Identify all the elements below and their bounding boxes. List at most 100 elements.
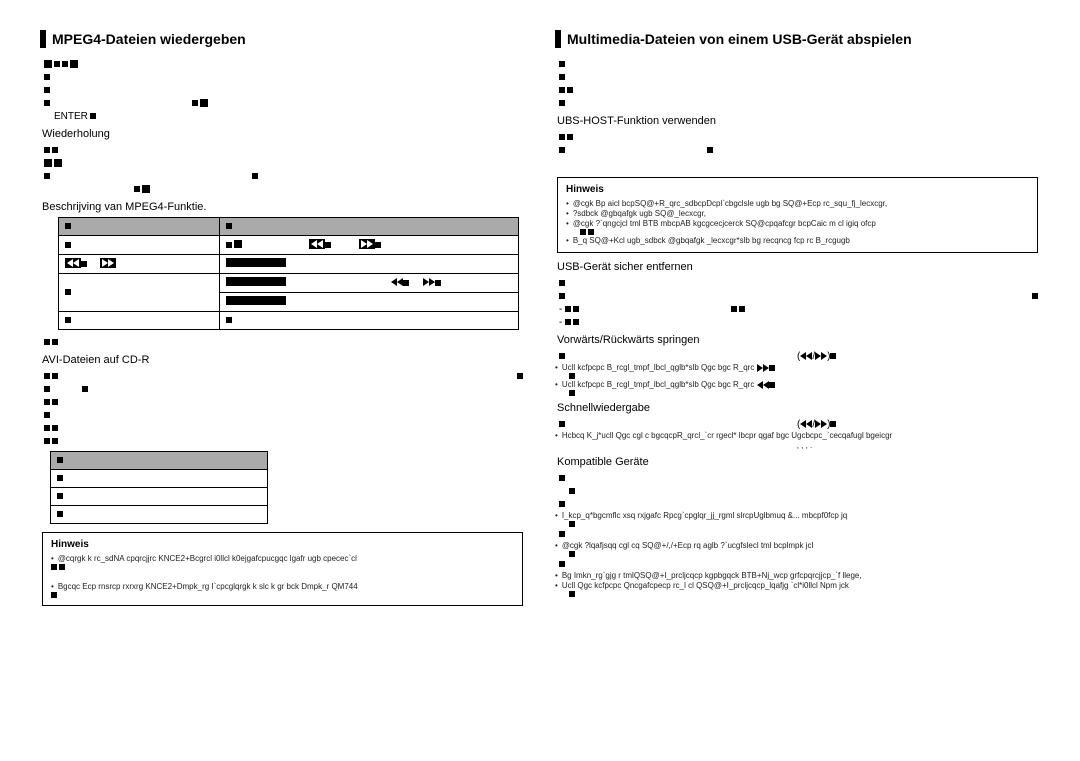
block-bar bbox=[226, 277, 286, 286]
hint-text: @cgk Bp aicl bcpSQ@+R_qrc_sdbcpDcpl`cbgc… bbox=[573, 199, 887, 208]
th bbox=[59, 218, 220, 236]
block-icon bbox=[44, 147, 50, 153]
block-icon bbox=[559, 280, 565, 286]
garbled-line bbox=[559, 290, 1040, 302]
block-icon bbox=[559, 501, 565, 507]
forward-icon bbox=[815, 352, 827, 360]
hint-text: Ucll kcfpcpc B_rcgl_tmpf_lbcl_qglb*slb Q… bbox=[562, 380, 755, 389]
fast-title: Schnellwiedergabe bbox=[557, 402, 1040, 414]
hint-text: Hcbcq K_j*ucll Qgc cgl c bgcqcpR_qrcl_`c… bbox=[562, 431, 892, 440]
garbled-line: - bbox=[559, 303, 1040, 315]
desc-title: Beschrijving van MPEG4-Funktie. bbox=[42, 201, 525, 213]
table-row bbox=[59, 274, 519, 293]
garbled-line bbox=[44, 435, 525, 447]
hint-title: Hinweis bbox=[566, 184, 1029, 195]
right-heading: Multimedia-Dateien von einem USB-Gerät a… bbox=[555, 30, 1040, 48]
block-icon bbox=[559, 475, 565, 481]
garbled-line bbox=[44, 422, 525, 434]
garbled-line bbox=[559, 277, 1040, 289]
garbled-line bbox=[44, 58, 525, 70]
th bbox=[219, 218, 518, 236]
block-icon bbox=[51, 592, 57, 598]
td bbox=[51, 488, 268, 506]
hint-line: •@cgk Bp aicl bcpSQ@+R_qrc_sdbcpDcpl`cbg… bbox=[566, 199, 1029, 208]
td bbox=[51, 506, 268, 524]
block-icon bbox=[57, 475, 63, 481]
rewind-icon bbox=[757, 381, 769, 389]
td bbox=[219, 312, 518, 330]
block-icon bbox=[769, 382, 775, 388]
left-column: MPEG4-Dateien wiedergeben ENTER Wiederho… bbox=[40, 30, 525, 741]
block-icon bbox=[769, 365, 775, 371]
hint-text: I_kcp_q*bgcmflc xsq rxjgafc Rpcg`cpglqr_… bbox=[562, 511, 847, 520]
block-icon bbox=[226, 242, 232, 248]
block-icon bbox=[325, 242, 331, 248]
table-row bbox=[51, 488, 268, 506]
heading-bar bbox=[40, 30, 46, 48]
rewind-icon bbox=[65, 258, 81, 268]
hint-line bbox=[569, 390, 1040, 396]
block-icon bbox=[44, 60, 52, 68]
block-icon bbox=[44, 425, 50, 431]
garbled-line bbox=[559, 157, 1040, 169]
block-icon bbox=[52, 339, 58, 345]
block-icon bbox=[588, 229, 594, 235]
hint-line: •@cgk ?lqafjsqq cgl cq SQ@+/,/+Ecp rq ag… bbox=[555, 541, 1040, 550]
hint-line: •?sdbck @gbqafgk ugb SQ@_lecxcgr, bbox=[566, 209, 1029, 218]
block-icon bbox=[44, 386, 50, 392]
table-row bbox=[59, 312, 519, 330]
heading-bar bbox=[555, 30, 561, 48]
block-icon bbox=[559, 134, 565, 140]
hint-line: •B_q SQ@+Kcl ugb_sdbck @gbqafgk _lecxcgr… bbox=[566, 236, 1029, 245]
garbled-line bbox=[44, 370, 525, 382]
block-icon bbox=[200, 99, 208, 107]
rewind-icon bbox=[391, 278, 403, 286]
block-icon bbox=[559, 353, 565, 359]
block-icon bbox=[44, 74, 50, 80]
garbled-line: (/) bbox=[559, 350, 1040, 362]
block-icon bbox=[569, 373, 575, 379]
block-bar bbox=[226, 296, 286, 305]
block-icon bbox=[559, 61, 565, 67]
block-icon bbox=[559, 531, 565, 537]
function-table bbox=[58, 217, 519, 330]
th bbox=[51, 452, 268, 470]
block-icon bbox=[44, 87, 50, 93]
block-icon bbox=[569, 551, 575, 557]
block-icon bbox=[569, 591, 575, 597]
table-row bbox=[59, 255, 519, 274]
block-icon bbox=[573, 319, 579, 325]
enter-label: ENTER bbox=[54, 110, 525, 122]
td bbox=[59, 236, 220, 255]
block-icon bbox=[234, 240, 242, 248]
right-heading-text: Multimedia-Dateien von einem USB-Gerät a… bbox=[567, 31, 912, 47]
hint-box-right: Hinweis •@cgk Bp aicl bcpSQ@+R_qrc_sdbcp… bbox=[557, 177, 1038, 253]
garbled-line bbox=[559, 97, 1040, 109]
hint-line bbox=[569, 521, 1040, 527]
block-icon bbox=[44, 100, 50, 106]
block-icon bbox=[569, 521, 575, 527]
block-icon bbox=[569, 488, 575, 494]
td bbox=[219, 293, 518, 312]
block-icon bbox=[81, 261, 87, 267]
block-icon bbox=[142, 185, 150, 193]
hint-line bbox=[569, 551, 1040, 557]
block-icon bbox=[65, 223, 71, 229]
block-icon bbox=[569, 390, 575, 396]
block-icon bbox=[226, 317, 232, 323]
block-icon bbox=[57, 493, 63, 499]
garbled-line bbox=[44, 409, 525, 421]
garbled-line bbox=[44, 336, 525, 348]
garbled-line bbox=[44, 144, 525, 156]
block-icon bbox=[59, 564, 65, 570]
garbled-line bbox=[559, 558, 1040, 570]
hint-line: , , , . bbox=[569, 441, 1040, 450]
block-icon bbox=[830, 421, 836, 427]
block-icon bbox=[54, 159, 62, 167]
hint-box-left: Hinweis •@cqrgk k rc_sdNA cpqrcjjrc KNCE… bbox=[42, 532, 523, 606]
block-icon bbox=[567, 87, 573, 93]
hint-text: , , , . bbox=[797, 441, 813, 450]
block-icon bbox=[44, 173, 50, 179]
block-icon bbox=[559, 147, 565, 153]
hint-line: •@cqrgk k rc_sdNA cpqrcjjrc KNCE2+Bcgrcl… bbox=[51, 554, 514, 563]
